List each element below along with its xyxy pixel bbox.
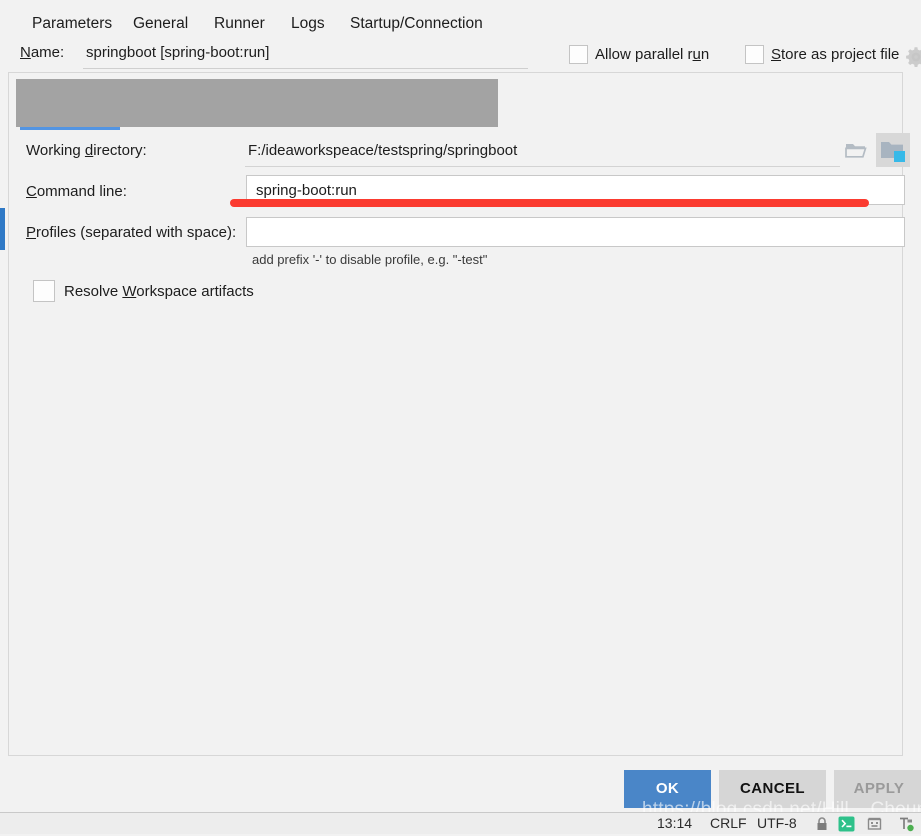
working-directory-value[interactable]: F:/ideaworkspeace/testspring/springboot — [248, 142, 517, 159]
status-encoding[interactable]: UTF-8 — [757, 815, 797, 831]
hammer-icon[interactable] — [897, 816, 915, 836]
working-directory-underline — [245, 166, 840, 167]
lock-icon[interactable] — [814, 816, 830, 836]
resolve-workspace-artifacts-checkbox[interactable]: Resolve Workspace artifacts — [33, 280, 254, 302]
cancel-button[interactable]: CANCEL — [719, 770, 826, 808]
resolve-workspace-artifacts-label: Resolve Workspace artifacts — [64, 282, 254, 300]
tab-startup-connection[interactable]: Startup/Connection — [350, 0, 483, 48]
profiles-input[interactable] — [246, 217, 905, 247]
store-as-project-file-label: Store as project file — [771, 46, 900, 63]
command-line-label: Command line: — [26, 183, 127, 200]
working-directory-label: Working directory: — [26, 142, 147, 159]
gear-icon[interactable] — [905, 46, 921, 68]
name-field-underline — [83, 68, 528, 69]
status-line-separator[interactable]: CRLF — [710, 815, 747, 831]
left-accent-strip — [0, 208, 5, 250]
checkbox-unchecked-icon[interactable] — [745, 45, 764, 64]
tab-parameters[interactable]: Parameters — [32, 0, 112, 48]
folder-insert-macro-icon[interactable] — [876, 133, 910, 167]
face-icon[interactable] — [866, 816, 883, 836]
ok-button[interactable]: OK — [624, 770, 711, 808]
checkbox-unchecked-icon[interactable] — [33, 280, 55, 302]
tab-runner[interactable]: Runner — [214, 0, 265, 48]
status-bar: 13:14 CRLF UTF-8 — [0, 812, 921, 834]
allow-parallel-run-checkbox[interactable]: Allow parallel run — [569, 45, 709, 64]
checkbox-unchecked-icon[interactable] — [569, 45, 588, 64]
status-time: 13:14 — [657, 815, 693, 831]
tab-bar — [16, 79, 498, 127]
store-as-project-file-checkbox[interactable]: Store as project file — [745, 45, 899, 64]
profiles-label: Profiles (separated with space): — [26, 224, 237, 241]
red-annotation-underline — [230, 199, 869, 207]
terminal-icon[interactable] — [838, 816, 855, 836]
tab-general[interactable]: General — [133, 0, 188, 48]
folder-open-icon[interactable] — [843, 138, 871, 164]
active-tab-underline — [20, 127, 120, 130]
profiles-hint-text: add prefix '-' to disable profile, e.g. … — [252, 252, 488, 267]
tab-logs[interactable]: Logs — [291, 0, 325, 48]
allow-parallel-run-label: Allow parallel run — [595, 46, 710, 63]
name-label-mnemonic: N — [20, 44, 31, 61]
apply-button[interactable]: APPLY — [834, 770, 921, 808]
